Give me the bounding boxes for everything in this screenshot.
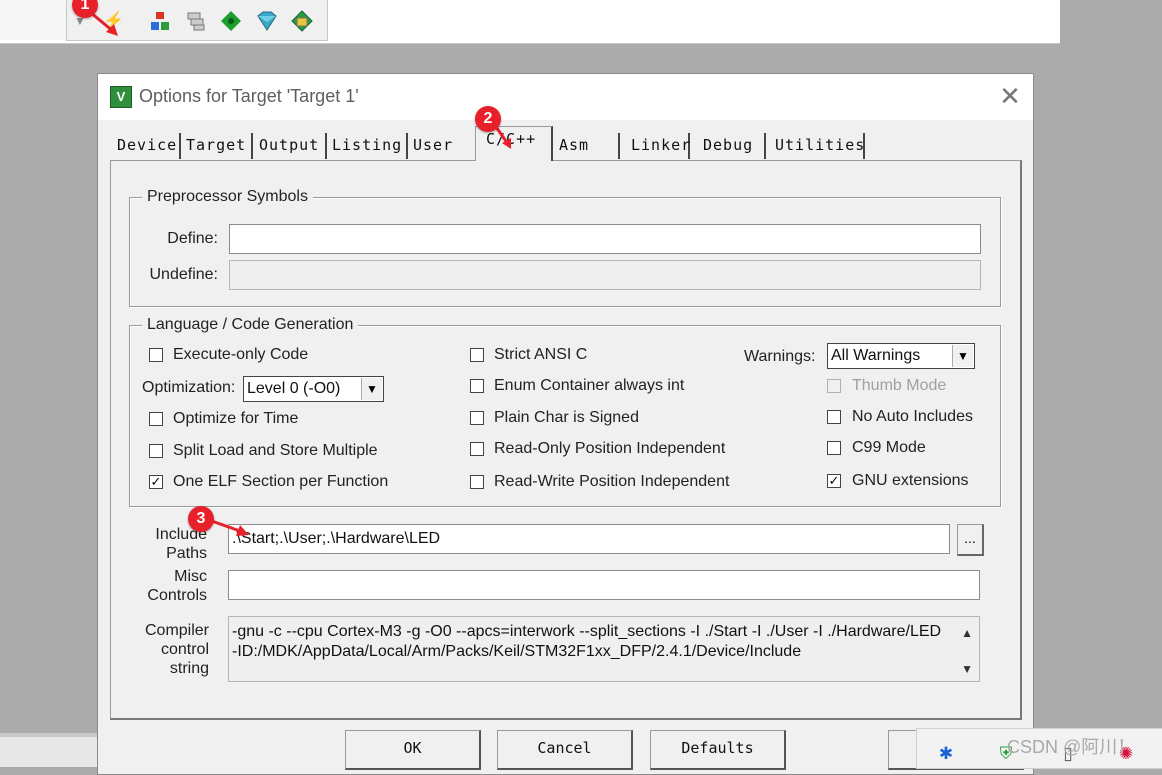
tab-listing[interactable]: Listing xyxy=(329,133,408,159)
preprocessor-symbols-group: Preprocessor Symbols Define: Undefine: xyxy=(129,188,1001,307)
ro-position-label: Read-Only Position Independent xyxy=(494,440,726,457)
c-cpp-panel: Preprocessor Symbols Define: Undefine: L… xyxy=(110,160,1022,720)
tab-linker[interactable]: Linker xyxy=(628,133,690,159)
preprocessor-symbols-title: Preprocessor Symbols xyxy=(142,188,313,206)
misc-controls-input[interactable] xyxy=(228,570,980,600)
gnu-extensions-checkbox[interactable]: ✓ xyxy=(827,474,841,488)
watermark-text: CSDN @阿川！ xyxy=(1007,737,1136,757)
scroll-down-icon[interactable]: ▼ xyxy=(961,659,973,679)
tab-user[interactable]: User xyxy=(410,133,476,159)
annotation-marker-2: 2 xyxy=(475,106,501,132)
manage-runtime-environment-icon[interactable] xyxy=(291,10,313,32)
select-packs-icon[interactable] xyxy=(256,10,278,32)
background-window-edge xyxy=(0,733,97,737)
compiler-control-label: Compiler control string xyxy=(131,621,209,678)
thumb-mode-label: Thumb Mode xyxy=(852,377,947,394)
plain-char-checkbox[interactable] xyxy=(470,411,484,425)
warnings-select[interactable]: All Warnings ▼ xyxy=(827,343,975,369)
tab-utilities[interactable]: Utilities xyxy=(772,133,865,159)
undefine-input[interactable] xyxy=(229,260,981,290)
language-code-generation-group: Language / Code Generation Execute-only … xyxy=(129,316,1001,507)
pack-installer-icon[interactable] xyxy=(220,10,242,32)
define-input[interactable] xyxy=(229,224,981,254)
compiler-label-line1: Compiler xyxy=(144,622,209,639)
keil-app-icon: V xyxy=(110,86,132,108)
optimize-time-label: Optimize for Time xyxy=(173,410,299,427)
layers-icon[interactable] xyxy=(185,10,207,32)
manage-project-items-icon[interactable] xyxy=(149,10,171,32)
c99-mode-label: C99 Mode xyxy=(852,439,926,456)
defaults-button[interactable]: Defaults xyxy=(650,730,786,770)
tab-output[interactable]: Output xyxy=(256,133,327,159)
cancel-button[interactable]: Cancel xyxy=(497,730,633,770)
background-window-strip xyxy=(0,733,97,767)
strict-ansi-label: Strict ANSI C xyxy=(494,346,588,363)
optimization-value: Level 0 (-O0) xyxy=(247,380,341,397)
optimize-time-checkbox[interactable] xyxy=(149,412,163,426)
misc-label-line2: Controls xyxy=(147,587,207,604)
split-load-checkbox[interactable] xyxy=(149,444,163,458)
rw-position-label: Read-Write Position Independent xyxy=(494,473,730,490)
no-auto-includes-checkbox[interactable] xyxy=(827,410,841,424)
no-auto-includes-label: No Auto Includes xyxy=(852,408,973,425)
options-dialog: V Options for Target 'Target 1' ✕ Device… xyxy=(97,73,1034,775)
dialog-title: Options for Target 'Target 1' xyxy=(139,86,359,106)
one-elf-checkbox[interactable]: ✓ xyxy=(149,475,163,489)
rw-position-checkbox[interactable] xyxy=(470,475,484,489)
strict-ansi-checkbox[interactable] xyxy=(470,348,484,362)
warnings-value: All Warnings xyxy=(831,347,921,364)
enum-container-checkbox[interactable] xyxy=(470,379,484,393)
tab-asm[interactable]: Asm xyxy=(556,133,620,159)
undefine-label: Undefine: xyxy=(149,266,219,283)
one-elf-label: One ELF Section per Function xyxy=(173,473,389,490)
thumb-mode-checkbox xyxy=(827,379,841,393)
toolbar-left-area xyxy=(0,0,67,40)
scroll-up-icon[interactable]: ▲ xyxy=(961,623,973,643)
tab-debug[interactable]: Debug xyxy=(700,133,766,159)
execute-only-checkbox[interactable] xyxy=(149,348,163,362)
compiler-label-line2: control xyxy=(160,641,209,658)
compiler-line-2: -ID:/MDK/AppData/Local/Arm/Packs/Keil/ST… xyxy=(232,643,802,660)
gnu-extensions-label: GNU extensions xyxy=(852,472,969,489)
optimization-label: Optimization: xyxy=(142,379,236,396)
include-label-line2: Paths xyxy=(166,545,207,562)
execute-only-label: Execute-only Code xyxy=(173,346,309,363)
include-paths-input[interactable]: .\Start;.\User;.\Hardware\LED xyxy=(228,524,950,554)
misc-controls-label: Misc Controls xyxy=(131,567,207,605)
ok-button[interactable]: OK xyxy=(345,730,481,770)
compiler-control-string[interactable]: -gnu -c --cpu Cortex-M3 -g -O0 --apcs=in… xyxy=(228,616,980,682)
split-load-label: Split Load and Store Multiple xyxy=(173,442,378,459)
dialog-titlebar: V Options for Target 'Target 1' ✕ xyxy=(98,74,1033,120)
warnings-label: Warnings: xyxy=(744,348,816,365)
close-icon[interactable]: ✕ xyxy=(996,82,1024,110)
compiler-label-line3: string xyxy=(169,660,209,677)
tab-target[interactable]: Target xyxy=(183,133,253,159)
annotation-marker-3: 3 xyxy=(188,506,214,532)
misc-label-line1: Misc xyxy=(174,568,207,585)
compiler-line-1: -gnu -c --cpu Cortex-M3 -g -O0 --apcs=in… xyxy=(232,623,942,640)
enum-container-label: Enum Container always int xyxy=(494,377,685,394)
language-code-generation-title: Language / Code Generation xyxy=(142,316,359,334)
bluetooth-icon[interactable]: ✱ xyxy=(935,743,957,765)
chevron-down-icon[interactable]: ▼ xyxy=(361,378,382,400)
define-label: Define: xyxy=(167,230,218,247)
plain-char-label: Plain Char is Signed xyxy=(494,409,639,426)
tab-device[interactable]: Device xyxy=(114,133,181,159)
chevron-down-icon[interactable]: ▼ xyxy=(952,345,973,367)
c99-mode-checkbox[interactable] xyxy=(827,441,841,455)
ro-position-checkbox[interactable] xyxy=(470,442,484,456)
tab-bar: Device Target Output Listing User C/C++ … xyxy=(98,120,1033,161)
include-paths-browse-button[interactable]: ... xyxy=(957,524,984,556)
optimization-select[interactable]: Level 0 (-O0) ▼ xyxy=(243,376,384,402)
